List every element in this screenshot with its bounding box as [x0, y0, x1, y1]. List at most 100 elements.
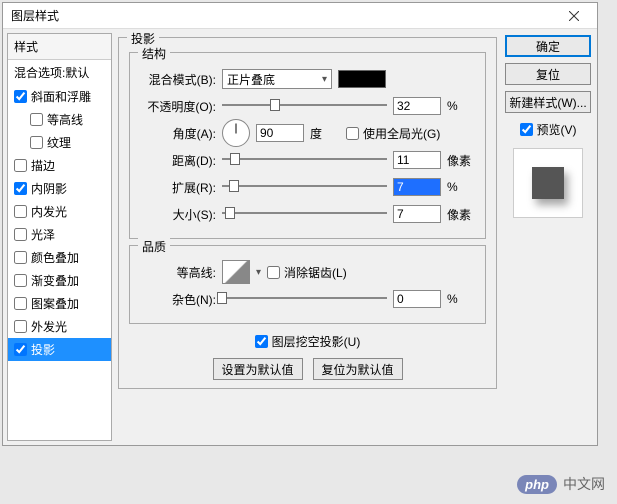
sidebar-item-checkbox[interactable]: [30, 113, 43, 126]
php-logo: php: [517, 475, 557, 494]
chevron-down-icon: ▾: [322, 74, 327, 85]
angle-dial[interactable]: [222, 119, 250, 147]
group-quality-legend: 品质: [138, 238, 170, 255]
sidebar-item-label: 图案叠加: [31, 295, 79, 312]
noise-input[interactable]: 0: [393, 290, 441, 308]
section-drop-shadow: 投影 结构 混合模式(B): 正片叠底 ▾ 不透明度(O):: [118, 37, 497, 389]
styles-sidebar: 样式 混合选项:默认 斜面和浮雕等高线纹理描边内阴影内发光光泽颜色叠加渐变叠加图…: [7, 33, 112, 441]
global-light-input[interactable]: [346, 127, 359, 140]
sidebar-item-checkbox[interactable]: [14, 297, 27, 310]
shadow-color-swatch[interactable]: [338, 70, 386, 88]
preview-label: 预览(V): [537, 121, 577, 138]
sidebar-item-checkbox[interactable]: [14, 320, 27, 333]
contour-label: 等高线:: [138, 264, 216, 281]
watermark: php 中文网: [517, 474, 605, 494]
blend-mode-select[interactable]: 正片叠底 ▾: [222, 69, 332, 89]
sidebar-item-checkbox[interactable]: [14, 182, 27, 195]
noise-unit: %: [447, 292, 477, 306]
noise-slider[interactable]: [222, 290, 387, 308]
set-default-button[interactable]: 设置为默认值: [213, 358, 303, 380]
preview-swatch: [532, 167, 564, 199]
close-button[interactable]: [559, 3, 589, 29]
sidebar-item-label: 描边: [31, 157, 55, 174]
sidebar-item-label: 内阴影: [31, 180, 67, 197]
sidebar-item-label: 等高线: [47, 111, 83, 128]
sidebar-item-9[interactable]: 图案叠加: [8, 292, 111, 315]
group-structure: 结构 混合模式(B): 正片叠底 ▾ 不透明度(O): 32 %: [129, 52, 486, 239]
spread-unit: %: [447, 180, 477, 194]
sidebar-item-3[interactable]: 描边: [8, 154, 111, 177]
knockout-checkbox[interactable]: 图层挖空投影(U): [255, 333, 361, 350]
ok-button[interactable]: 确定: [505, 35, 591, 57]
sidebar-item-checkbox[interactable]: [14, 274, 27, 287]
row-angle: 角度(A): 90 度 使用全局光(G): [138, 122, 477, 144]
preview-input[interactable]: [520, 123, 533, 136]
new-style-button[interactable]: 新建样式(W)...: [505, 91, 591, 113]
sidebar-item-6[interactable]: 光泽: [8, 223, 111, 246]
knockout-label: 图层挖空投影(U): [272, 333, 361, 350]
sidebar-item-2[interactable]: 纹理: [8, 131, 111, 154]
chevron-down-icon[interactable]: ▾: [256, 267, 261, 278]
antialias-input[interactable]: [267, 266, 280, 279]
sidebar-item-checkbox[interactable]: [14, 90, 27, 103]
sidebar-item-7[interactable]: 颜色叠加: [8, 246, 111, 269]
noise-label: 杂色(N):: [138, 291, 216, 308]
angle-input[interactable]: 90: [256, 124, 304, 142]
size-input[interactable]: 7: [393, 205, 441, 223]
sidebar-item-0[interactable]: 斜面和浮雕: [8, 85, 111, 108]
dialog-buttons: 确定 复位 新建样式(W)... 预览(V): [503, 33, 593, 441]
sidebar-item-label: 内发光: [31, 203, 67, 220]
close-icon: [569, 11, 579, 21]
preview-checkbox[interactable]: 预览(V): [520, 121, 577, 138]
blend-mode-label: 混合模式(B):: [138, 71, 216, 88]
sidebar-item-10[interactable]: 外发光: [8, 315, 111, 338]
main-panel: 投影 结构 混合模式(B): 正片叠底 ▾ 不透明度(O):: [116, 33, 499, 441]
titlebar: 图层样式: [3, 3, 597, 29]
size-slider[interactable]: [222, 205, 387, 223]
cancel-button[interactable]: 复位: [505, 63, 591, 85]
distance-input[interactable]: 11: [393, 151, 441, 169]
sidebar-item-4[interactable]: 内阴影: [8, 177, 111, 200]
sidebar-item-checkbox[interactable]: [14, 205, 27, 218]
row-noise: 杂色(N): 0 %: [138, 288, 477, 310]
row-spread: 扩展(R): 7 %: [138, 176, 477, 198]
group-structure-legend: 结构: [138, 45, 170, 62]
row-size: 大小(S): 7 像素: [138, 203, 477, 225]
sidebar-item-label: 外发光: [31, 318, 67, 335]
distance-slider[interactable]: [222, 151, 387, 169]
opacity-input[interactable]: 32: [393, 97, 441, 115]
antialias-checkbox[interactable]: 消除锯齿(L): [267, 264, 347, 281]
sidebar-item-label: 斜面和浮雕: [31, 88, 91, 105]
opacity-slider[interactable]: [222, 97, 387, 115]
spread-input[interactable]: 7: [393, 178, 441, 196]
sidebar-item-checkbox[interactable]: [14, 228, 27, 241]
row-contour: 等高线: ▾ 消除锯齿(L): [138, 261, 477, 283]
sidebar-item-11[interactable]: 投影: [8, 338, 111, 361]
window-title: 图层样式: [11, 7, 59, 24]
spread-slider[interactable]: [222, 178, 387, 196]
sidebar-item-5[interactable]: 内发光: [8, 200, 111, 223]
angle-unit: 度: [310, 125, 340, 142]
watermark-text: 中文网: [563, 474, 605, 494]
sidebar-item-checkbox[interactable]: [14, 159, 27, 172]
sidebar-item-label: 纹理: [47, 134, 71, 151]
sidebar-item-1[interactable]: 等高线: [8, 108, 111, 131]
sidebar-blend-default[interactable]: 混合选项:默认: [8, 60, 111, 85]
sidebar-item-checkbox[interactable]: [14, 343, 27, 356]
global-light-checkbox[interactable]: 使用全局光(G): [346, 125, 440, 142]
sidebar-item-checkbox[interactable]: [30, 136, 43, 149]
group-quality: 品质 等高线: ▾ 消除锯齿(L) 杂色(N): 0: [129, 245, 486, 324]
contour-picker[interactable]: [222, 260, 250, 284]
sidebar-item-8[interactable]: 渐变叠加: [8, 269, 111, 292]
global-light-label: 使用全局光(G): [363, 125, 440, 142]
knockout-input[interactable]: [255, 335, 268, 348]
antialias-label: 消除锯齿(L): [284, 264, 347, 281]
row-blend-mode: 混合模式(B): 正片叠底 ▾: [138, 68, 477, 90]
sidebar-item-checkbox[interactable]: [14, 251, 27, 264]
sidebar-item-label: 投影: [31, 341, 55, 358]
sidebar-item-label: 光泽: [31, 226, 55, 243]
row-knockout: 图层挖空投影(U): [127, 330, 488, 352]
sidebar-item-label: 渐变叠加: [31, 272, 79, 289]
row-opacity: 不透明度(O): 32 %: [138, 95, 477, 117]
reset-default-button[interactable]: 复位为默认值: [313, 358, 403, 380]
